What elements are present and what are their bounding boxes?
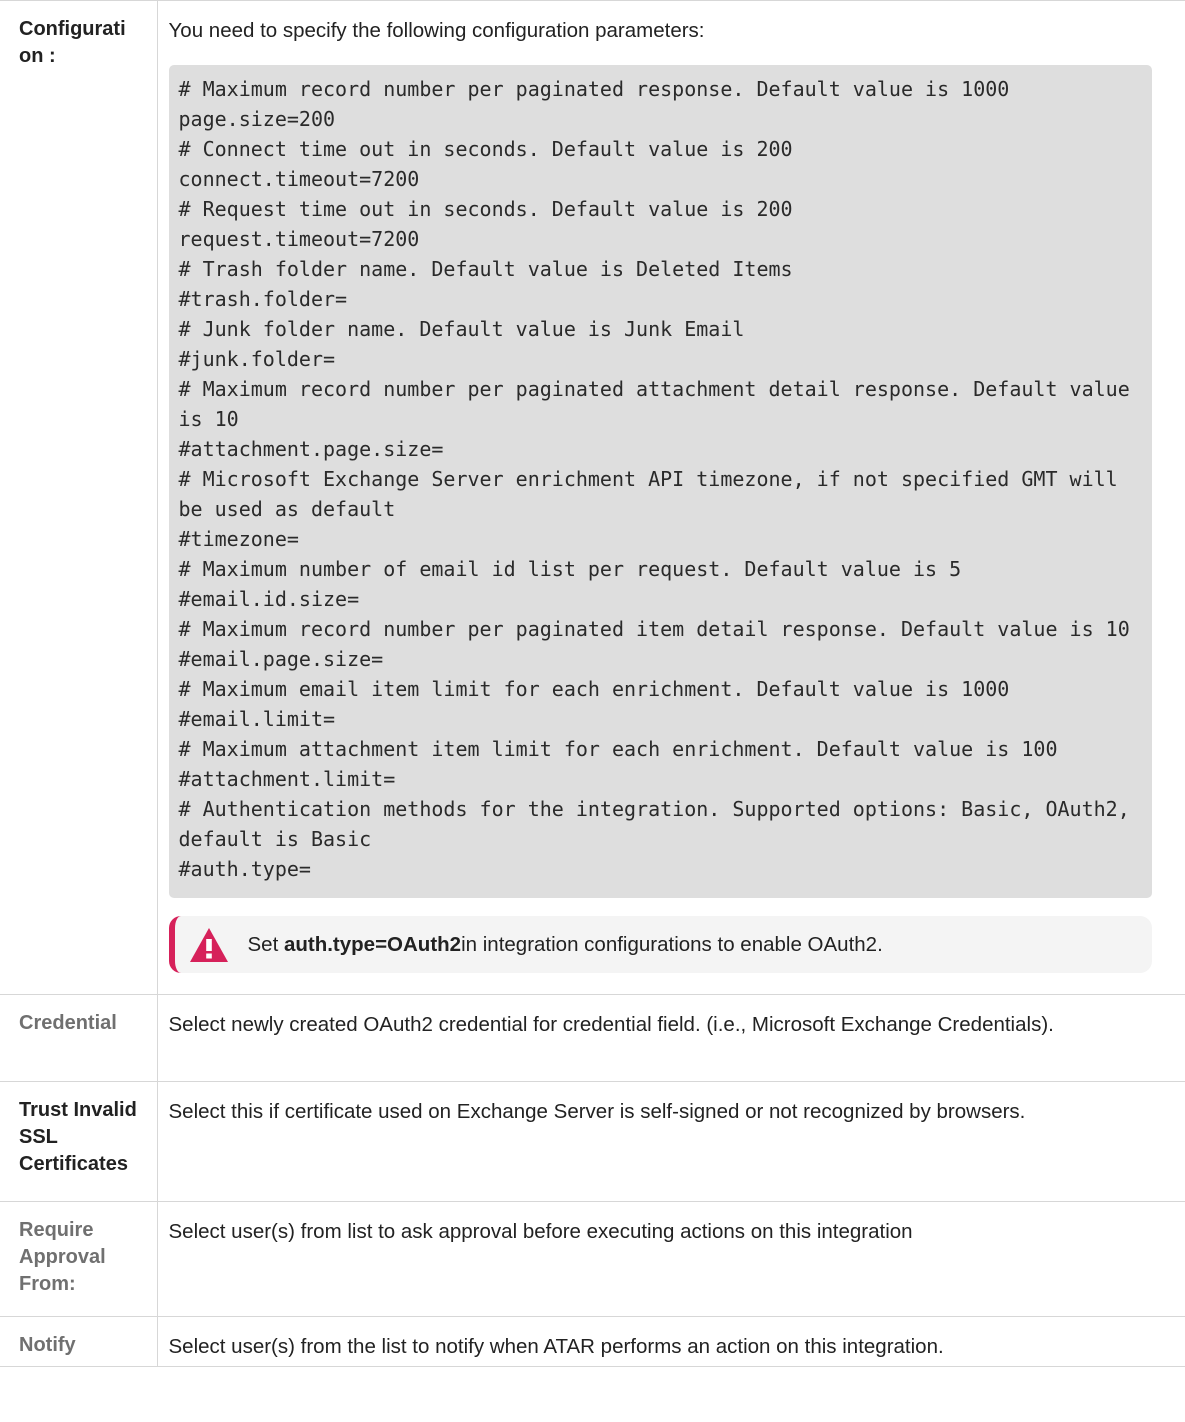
callout-bold-key: auth.type=OAuth2 (283, 932, 462, 956)
callout-suffix: in integration configurations to enable … (461, 932, 883, 956)
row-trust-invalid-ssl: Trust Invalid SSL Certificates Select th… (0, 1081, 1185, 1202)
warning-icon (189, 927, 228, 962)
cell-configuration: You need to specify the following config… (157, 0, 1185, 995)
configuration-description: You need to specify the following config… (168, 19, 705, 42)
label-require-approval: Require Approval From: (0, 1201, 158, 1317)
configuration-code-block: # Maximum record number per paginated re… (168, 65, 1152, 898)
callout-prefix: Set (247, 932, 284, 956)
label-credential: Credential (0, 994, 158, 1082)
parameters-table: Configurati on : You need to specify the… (0, 0, 1185, 1367)
description-notify: Select user(s) from the list to notify w… (157, 1316, 1185, 1367)
label-notify: Notify (0, 1316, 158, 1367)
row-require-approval: Require Approval From: Select user(s) fr… (0, 1201, 1185, 1317)
description-trust-invalid-ssl: Select this if certificate used on Excha… (157, 1081, 1185, 1202)
row-configuration: Configurati on : You need to specify the… (0, 0, 1185, 995)
description-require-approval: Select user(s) from list to ask approval… (157, 1201, 1185, 1317)
callout-text: Set auth.type=OAuth2in integration confi… (248, 930, 883, 960)
description-credential: Select newly created OAuth2 credential f… (157, 994, 1185, 1082)
row-credential: Credential Select newly created OAuth2 c… (0, 994, 1185, 1082)
label-trust-invalid-ssl: Trust Invalid SSL Certificates (0, 1081, 158, 1202)
oauth-callout: Set auth.type=OAuth2in integration confi… (168, 916, 1152, 973)
label-configuration: Configurati on : (0, 0, 158, 995)
row-notify: Notify Select user(s) from the list to n… (0, 1316, 1185, 1367)
